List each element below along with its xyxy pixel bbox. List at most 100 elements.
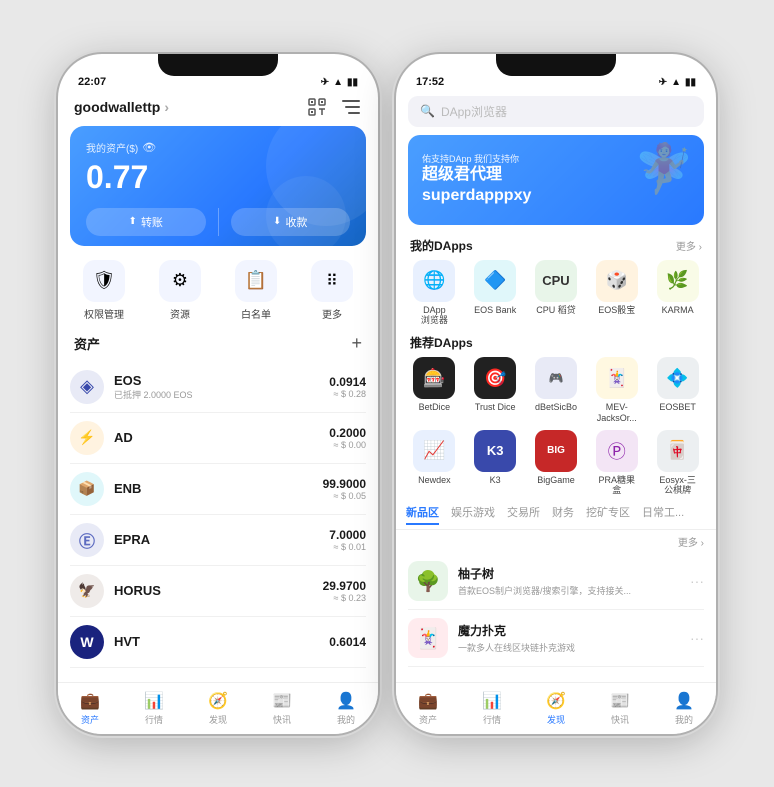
market-nav-label: 行情 — [145, 713, 163, 726]
asset-row-hvt[interactable]: W HVT 0.6014 — [70, 617, 366, 668]
quick-action-whitelist[interactable]: 📋 白名单 — [226, 260, 286, 321]
eos-bank-icon: 🔷 — [474, 260, 516, 302]
airplane-icon-right: ✈ — [659, 77, 667, 88]
dbetsicbo[interactable]: 🎮 dBetSicBo — [530, 357, 582, 424]
dapp-content: 🔍 DApp浏览器 佑支持DApp 我们支持你 超级君代理 superdappp… — [396, 92, 716, 734]
tab-exchange[interactable]: 交易所 — [507, 504, 540, 525]
trust-dice[interactable]: 🎯 Trust Dice — [469, 357, 521, 424]
quick-action-resources[interactable]: ⚙ 资源 — [150, 260, 210, 321]
dapp-browser-icon: 🌐 — [413, 260, 455, 302]
resources-icon: ⚙ — [159, 260, 201, 302]
rec-dapps-header: 推荐DApps — [396, 332, 716, 357]
wallet-name-row[interactable]: goodwallettp › — [74, 99, 169, 115]
ad-icon: ⚡ — [70, 421, 104, 455]
eos-info: EOS 已抵押 2.0000 EOS — [114, 373, 319, 401]
transfer-button[interactable]: ⬆ 转账 — [86, 208, 206, 236]
app-list-more[interactable]: 更多 › — [678, 534, 704, 549]
whitelist-label: 白名单 — [241, 306, 271, 321]
app-row-yuzishu[interactable]: 🌳 柚子树 首款EOS制户浏览器/搜索引擎，支持接关... ··· — [408, 553, 704, 610]
app-list-header: 更多 › — [408, 530, 704, 553]
my-dapps-grid: 🌐 DApp 浏览器 🔷 EOS Bank CPU CPU 稻贷 🎲 EOS骰宝… — [396, 260, 716, 333]
nav-market-left[interactable]: 📊 行情 — [122, 683, 186, 734]
receive-button[interactable]: ⬇ 收款 — [231, 208, 351, 236]
eos-dice[interactable]: 🎲 EOS骰宝 — [591, 260, 643, 327]
assets-header: 资产 + — [58, 329, 378, 362]
k3[interactable]: K3 K3 — [469, 430, 521, 497]
quick-action-permissions[interactable]: 🛡 权限管理 — [74, 260, 134, 321]
grid-icon[interactable] — [340, 96, 362, 118]
nav-assets-right[interactable]: 💼 资产 — [396, 683, 460, 734]
add-asset-button[interactable]: + — [351, 333, 362, 354]
ad-name: AD — [114, 430, 319, 445]
hvt-info: HVT — [114, 634, 319, 649]
right-phone: 17:52 ✈ ▲ ▮▮ 🔍 DApp浏览器 佑支持DApp 我们支持你 超级君… — [396, 54, 716, 734]
banner-decoration: 🧚 — [634, 140, 694, 197]
asset-row-eos[interactable]: ◈ EOS 已抵押 2.0000 EOS 0.0914 ≈ $ 0.28 — [70, 362, 366, 413]
tab-finance[interactable]: 财务 — [552, 504, 574, 525]
battery-icon-right: ▮▮ — [685, 77, 696, 88]
eos-bank[interactable]: 🔷 EOS Bank — [469, 260, 521, 327]
pra[interactable]: Ⓟ PRA糖果 盒 — [591, 430, 643, 497]
k3-icon: K3 — [474, 430, 516, 472]
enb-value: 99.9000 ≈ $ 0.05 — [323, 477, 366, 501]
enb-info: ENB — [114, 481, 313, 496]
eos-icon: ◈ — [70, 370, 104, 404]
eos-dice-icon: 🎲 — [596, 260, 638, 302]
tab-mining[interactable]: 挖矿专区 — [586, 504, 630, 525]
horus-icon: 🦅 — [70, 574, 104, 608]
mev-jacks[interactable]: 🃏 MEV- JacksOr... — [591, 357, 643, 424]
newdex[interactable]: 📈 Newdex — [408, 430, 460, 497]
wallet-header-icons — [306, 96, 362, 118]
quick-action-more[interactable]: ⠿ 更多 — [302, 260, 362, 321]
permissions-icon: 🛡 — [83, 260, 125, 302]
nav-discover-right[interactable]: 🧭 发现 — [524, 683, 588, 734]
cpu-rental-label: CPU 稻贷 — [536, 305, 576, 316]
app-row-magic-poker[interactable]: 🃏 魔力扑克 一款多人在线区块链扑克游戏 ··· — [408, 610, 704, 667]
trust-dice-icon: 🎯 — [474, 357, 516, 399]
asset-row-ad[interactable]: ⚡ AD 0.2000 ≈ $ 0.00 — [70, 413, 366, 464]
discover-nav-label-right: 发现 — [547, 713, 565, 726]
whitelist-icon: 📋 — [235, 260, 277, 302]
resources-label: 资源 — [170, 306, 190, 321]
market-nav-label-right: 行情 — [483, 713, 501, 726]
dapp-browser[interactable]: 🌐 DApp 浏览器 — [408, 260, 460, 327]
hvt-icon: W — [70, 625, 104, 659]
tab-daily[interactable]: 日常工... — [642, 504, 684, 525]
tab-new[interactable]: 新品区 — [406, 504, 439, 525]
eosbet[interactable]: 💠 EOSBET — [652, 357, 704, 424]
ad-value: 0.2000 ≈ $ 0.00 — [329, 426, 366, 450]
biggame-label: BigGame — [537, 475, 575, 486]
nav-discover-left[interactable]: 🧭 发现 — [186, 683, 250, 734]
biggame[interactable]: BIG BigGame — [530, 430, 582, 497]
scan-icon[interactable] — [306, 96, 328, 118]
news-nav-icon-right: 📰 — [610, 691, 630, 711]
nav-news-left[interactable]: 📰 快讯 — [250, 683, 314, 734]
scene: 22:07 ✈ ▲ ▮▮ goodwallettp › — [38, 34, 736, 754]
eosyx[interactable]: 🀄 Eosyx-三 公棋牌 — [652, 430, 704, 497]
bottom-nav-right: 💼 资产 📊 行情 🧭 发现 📰 快讯 👤 我的 — [396, 682, 716, 734]
dapp-banner[interactable]: 佑支持DApp 我们支持你 超级君代理 superdapppxy 🧚 — [408, 135, 704, 225]
karma[interactable]: 🌿 KARMA — [652, 260, 704, 327]
wallet-header: goodwallettp › — [58, 92, 378, 126]
cpu-rental[interactable]: CPU CPU 稻贷 — [530, 260, 582, 327]
eye-icon[interactable]: 👁 — [142, 141, 156, 154]
my-dapps-more[interactable]: 更多 › — [676, 238, 702, 253]
wallet-arrow: › — [164, 99, 169, 115]
dapp-search-bar[interactable]: 🔍 DApp浏览器 — [408, 96, 704, 127]
asset-row-horus[interactable]: 🦅 HORUS 29.9700 ≈ $ 0.23 — [70, 566, 366, 617]
newdex-label: Newdex — [418, 475, 451, 486]
wallet-name: goodwallettp — [74, 99, 160, 115]
asset-row-enb[interactable]: 📦 ENB 99.9000 ≈ $ 0.05 — [70, 464, 366, 515]
nav-market-right[interactable]: 📊 行情 — [460, 683, 524, 734]
nav-assets-left[interactable]: 💼 资产 — [58, 683, 122, 734]
pra-icon: Ⓟ — [596, 430, 638, 472]
yuzishu-name: 柚子树 — [458, 565, 680, 582]
nav-news-right[interactable]: 📰 快讯 — [588, 683, 652, 734]
tab-entertainment[interactable]: 娱乐游戏 — [451, 504, 495, 525]
nav-me-right[interactable]: 👤 我的 — [652, 683, 716, 734]
asset-row-epra[interactable]: Ⓔ EPRA 7.0000 ≈ $ 0.01 — [70, 515, 366, 566]
nav-me-left[interactable]: 👤 我的 — [314, 683, 378, 734]
quick-actions: 🛡 权限管理 ⚙ 资源 📋 白名单 ⠿ 更多 — [58, 256, 378, 329]
betdice[interactable]: 🎰 BetDice — [408, 357, 460, 424]
wifi-icon-right: ▲ — [671, 77, 681, 88]
